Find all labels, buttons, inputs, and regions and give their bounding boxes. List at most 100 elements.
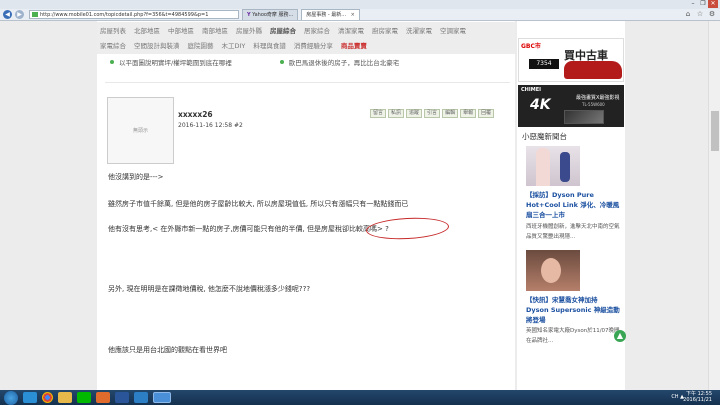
- maximize-button[interactable]: ❐: [698, 0, 708, 8]
- post-meta: 2016-11-16 12:58 #2: [178, 122, 243, 129]
- folder-icon[interactable]: [58, 392, 72, 403]
- post-action-button[interactable]: 追蹤: [406, 109, 423, 118]
- related-link[interactable]: 以平面圖說明實坪/權坪範圍到底在哪裡: [110, 57, 232, 67]
- tab-mobile01-label: 房屋事務 - 最新...: [306, 12, 347, 18]
- bullet-dot-icon: [279, 60, 284, 64]
- browser-toolbar-icons: ⌂ ☆ ⚙: [684, 10, 716, 18]
- category-nav-item[interactable]: 清潔家電: [338, 25, 364, 35]
- post-username[interactable]: xxxxx26: [178, 110, 213, 119]
- scrollbar-thumb[interactable]: [711, 111, 719, 151]
- category-nav-item[interactable]: 木工DIY: [222, 40, 246, 50]
- category-nav: 房屋列表 北部地區 中部地區 南部地區 房屋外縣 房屋綜合 居家綜合 清潔家電 廚房家電 洗濯家電…: [97, 22, 515, 54]
- page-scrollbar[interactable]: [708, 21, 720, 390]
- category-nav-item[interactable]: 中部地區: [168, 25, 194, 35]
- news-thumbnail[interactable]: [526, 146, 580, 186]
- word-icon[interactable]: [115, 392, 129, 403]
- address-input[interactable]: http://www.mobile01.com/topicdetail.php?…: [29, 10, 239, 19]
- news-desc: 西班牙機體創新，進擊天北中南的空氣品質又驚艷出現隱...: [526, 224, 620, 240]
- post-action-button[interactable]: 編輯: [442, 109, 459, 118]
- post-line: 他沒講到的是--->: [108, 173, 164, 181]
- taskbar: CH ▲ 下午 12:55 2016/11/21: [0, 390, 720, 405]
- post-action-button[interactable]: 回覆: [478, 109, 495, 118]
- used-car-ad[interactable]: GBC市 買中古車 7354: [518, 38, 624, 82]
- close-window-button[interactable]: ✕: [708, 0, 718, 8]
- category-nav-item[interactable]: 庭院園藝: [188, 40, 214, 50]
- category-nav-item[interactable]: 消費經驗分享: [294, 40, 333, 50]
- clock[interactable]: 下午 12:55 2016/11/21: [683, 391, 712, 403]
- related-link-text: 以平面圖說明實坪/權坪範圍到底在哪裡: [119, 59, 232, 67]
- address-bar-row: ◀ ▶ http://www.mobile01.com/topicdetail.…: [0, 9, 720, 21]
- clock-date: 2016/11/21: [683, 397, 712, 403]
- category-nav-item[interactable]: 房屋外縣: [236, 25, 262, 35]
- post-action-button[interactable]: 留言: [370, 109, 387, 118]
- news-title-link[interactable]: 【快訊】宋慧喬女神加持 Dyson Supersonic 神級造動將登場: [526, 295, 621, 325]
- forward-button[interactable]: ▶: [15, 10, 24, 19]
- ad-brand: CHIMEI: [521, 87, 541, 93]
- yahoo-icon: Y: [247, 12, 251, 18]
- site-favicon-icon: [32, 12, 38, 17]
- category-nav-item[interactable]: 商品賣賣: [341, 40, 367, 50]
- category-nav-item[interactable]: 南部地區: [202, 25, 228, 35]
- category-nav-item[interactable]: 料理與食譜: [253, 40, 286, 50]
- related-links: 以平面圖說明實坪/權坪範圍到底在哪裡 歐巴馬退休後的房子，再比比台北豪宅: [110, 57, 510, 67]
- news-title-link[interactable]: 【採訪】Dyson Pure Hot+Cool Link 淨化、冷暖風扇三合一上…: [526, 190, 621, 220]
- title-bar: – ❐ ✕: [0, 0, 720, 9]
- tab-yahoo-label: Yahoo奇摩 服務...: [252, 12, 294, 18]
- fan-image: [560, 152, 570, 182]
- post-action-button[interactable]: 舉報: [460, 109, 477, 118]
- post-line: 他有沒有思考,< 在外縣市新一點的房子,房價可能只有他的半價, 但是房屋稅卻比較…: [108, 225, 389, 233]
- car-image: [564, 61, 622, 79]
- app-icon[interactable]: [134, 392, 148, 403]
- category-nav-item[interactable]: 房屋列表: [100, 25, 126, 35]
- ie-icon[interactable]: [23, 392, 37, 403]
- category-nav-item[interactable]: 空調家電: [440, 25, 466, 35]
- tv-image: [564, 110, 604, 124]
- post-action-button[interactable]: 私訊: [388, 109, 405, 118]
- post-line: 他應該只是用台北國的觀點在看世界吧: [108, 346, 227, 354]
- person-image: [541, 258, 561, 283]
- close-tab-icon[interactable]: ×: [351, 12, 355, 18]
- scroll-to-top-button[interactable]: ▲: [614, 330, 626, 342]
- category-nav-item[interactable]: 廚房家電: [372, 25, 398, 35]
- window-controls: – ❐ ✕: [688, 0, 718, 8]
- category-nav-item[interactable]: 北部地區: [134, 25, 160, 35]
- tab-yahoo[interactable]: Y Yahoo奇摩 服務...: [242, 9, 299, 20]
- tab-mobile01[interactable]: 房屋事務 - 最新... ×: [301, 9, 360, 20]
- person-image: [536, 148, 550, 186]
- chrome-icon[interactable]: [42, 392, 53, 403]
- system-tray[interactable]: CH ▲: [671, 394, 684, 400]
- avatar[interactable]: 無頭示: [107, 97, 174, 164]
- ad-4k-label: 4K: [530, 97, 551, 113]
- divider: [105, 82, 510, 83]
- bullet-dot-icon: [110, 60, 114, 64]
- ad-plate: 7354: [529, 59, 559, 69]
- category-nav-row-1: 房屋列表 北部地區 中部地區 南部地區 房屋外縣 房屋綜合 居家綜合 清潔家電 廚房家電 洗濯家電…: [97, 22, 515, 37]
- related-link[interactable]: 歐巴馬退休後的房子，再比比台北豪宅: [279, 57, 399, 67]
- media-player-icon[interactable]: [96, 392, 110, 403]
- post-action-button[interactable]: 引言: [424, 109, 441, 118]
- category-nav-item[interactable]: 居家綜合: [304, 25, 330, 35]
- tv-ad[interactable]: CHIMEI 4K 最強畫質X最強影視 TL-55W600: [518, 85, 624, 127]
- active-window-icon[interactable]: [153, 392, 171, 403]
- avatar-placeholder-text: 無頭示: [132, 128, 148, 134]
- start-button[interactable]: [4, 390, 18, 405]
- category-nav-item[interactable]: 房屋綜合: [270, 25, 296, 35]
- news-thumbnail[interactable]: [526, 250, 580, 291]
- category-nav-item[interactable]: 洗濯家電: [406, 25, 432, 35]
- post-actions: 留言 私訊 追蹤 引言 編輯 舉報 回覆: [370, 109, 495, 118]
- ad-model: TL-55W600: [582, 102, 605, 107]
- news-desc: 英國知名家電大廠Dyson於11/07晚間在品牌社...: [526, 328, 620, 344]
- post-line: 另外, 現在明明是在課徵地價稅, 他怎麼不說地價稅漲多少錢呢???: [108, 285, 311, 293]
- category-nav-item[interactable]: 空間設計與裝潢: [134, 40, 180, 50]
- post-line: 雖然房子市值千餘萬, 但是他的房子屋齡比較大, 所以房屋現值低, 所以只有漲幅只…: [108, 200, 409, 208]
- url-text: http://www.mobile01.com/topicdetail.php?…: [40, 12, 209, 18]
- home-icon[interactable]: ⌂: [684, 10, 692, 18]
- gear-icon[interactable]: ⚙: [708, 10, 716, 18]
- right-gutter: [626, 21, 708, 390]
- minimize-button[interactable]: –: [688, 0, 698, 8]
- star-icon[interactable]: ☆: [696, 10, 704, 18]
- back-button[interactable]: ◀: [3, 10, 12, 19]
- line-app-icon[interactable]: [77, 392, 91, 403]
- ad-brand: GBC市: [521, 43, 541, 50]
- category-nav-item[interactable]: 家電綜合: [100, 40, 126, 50]
